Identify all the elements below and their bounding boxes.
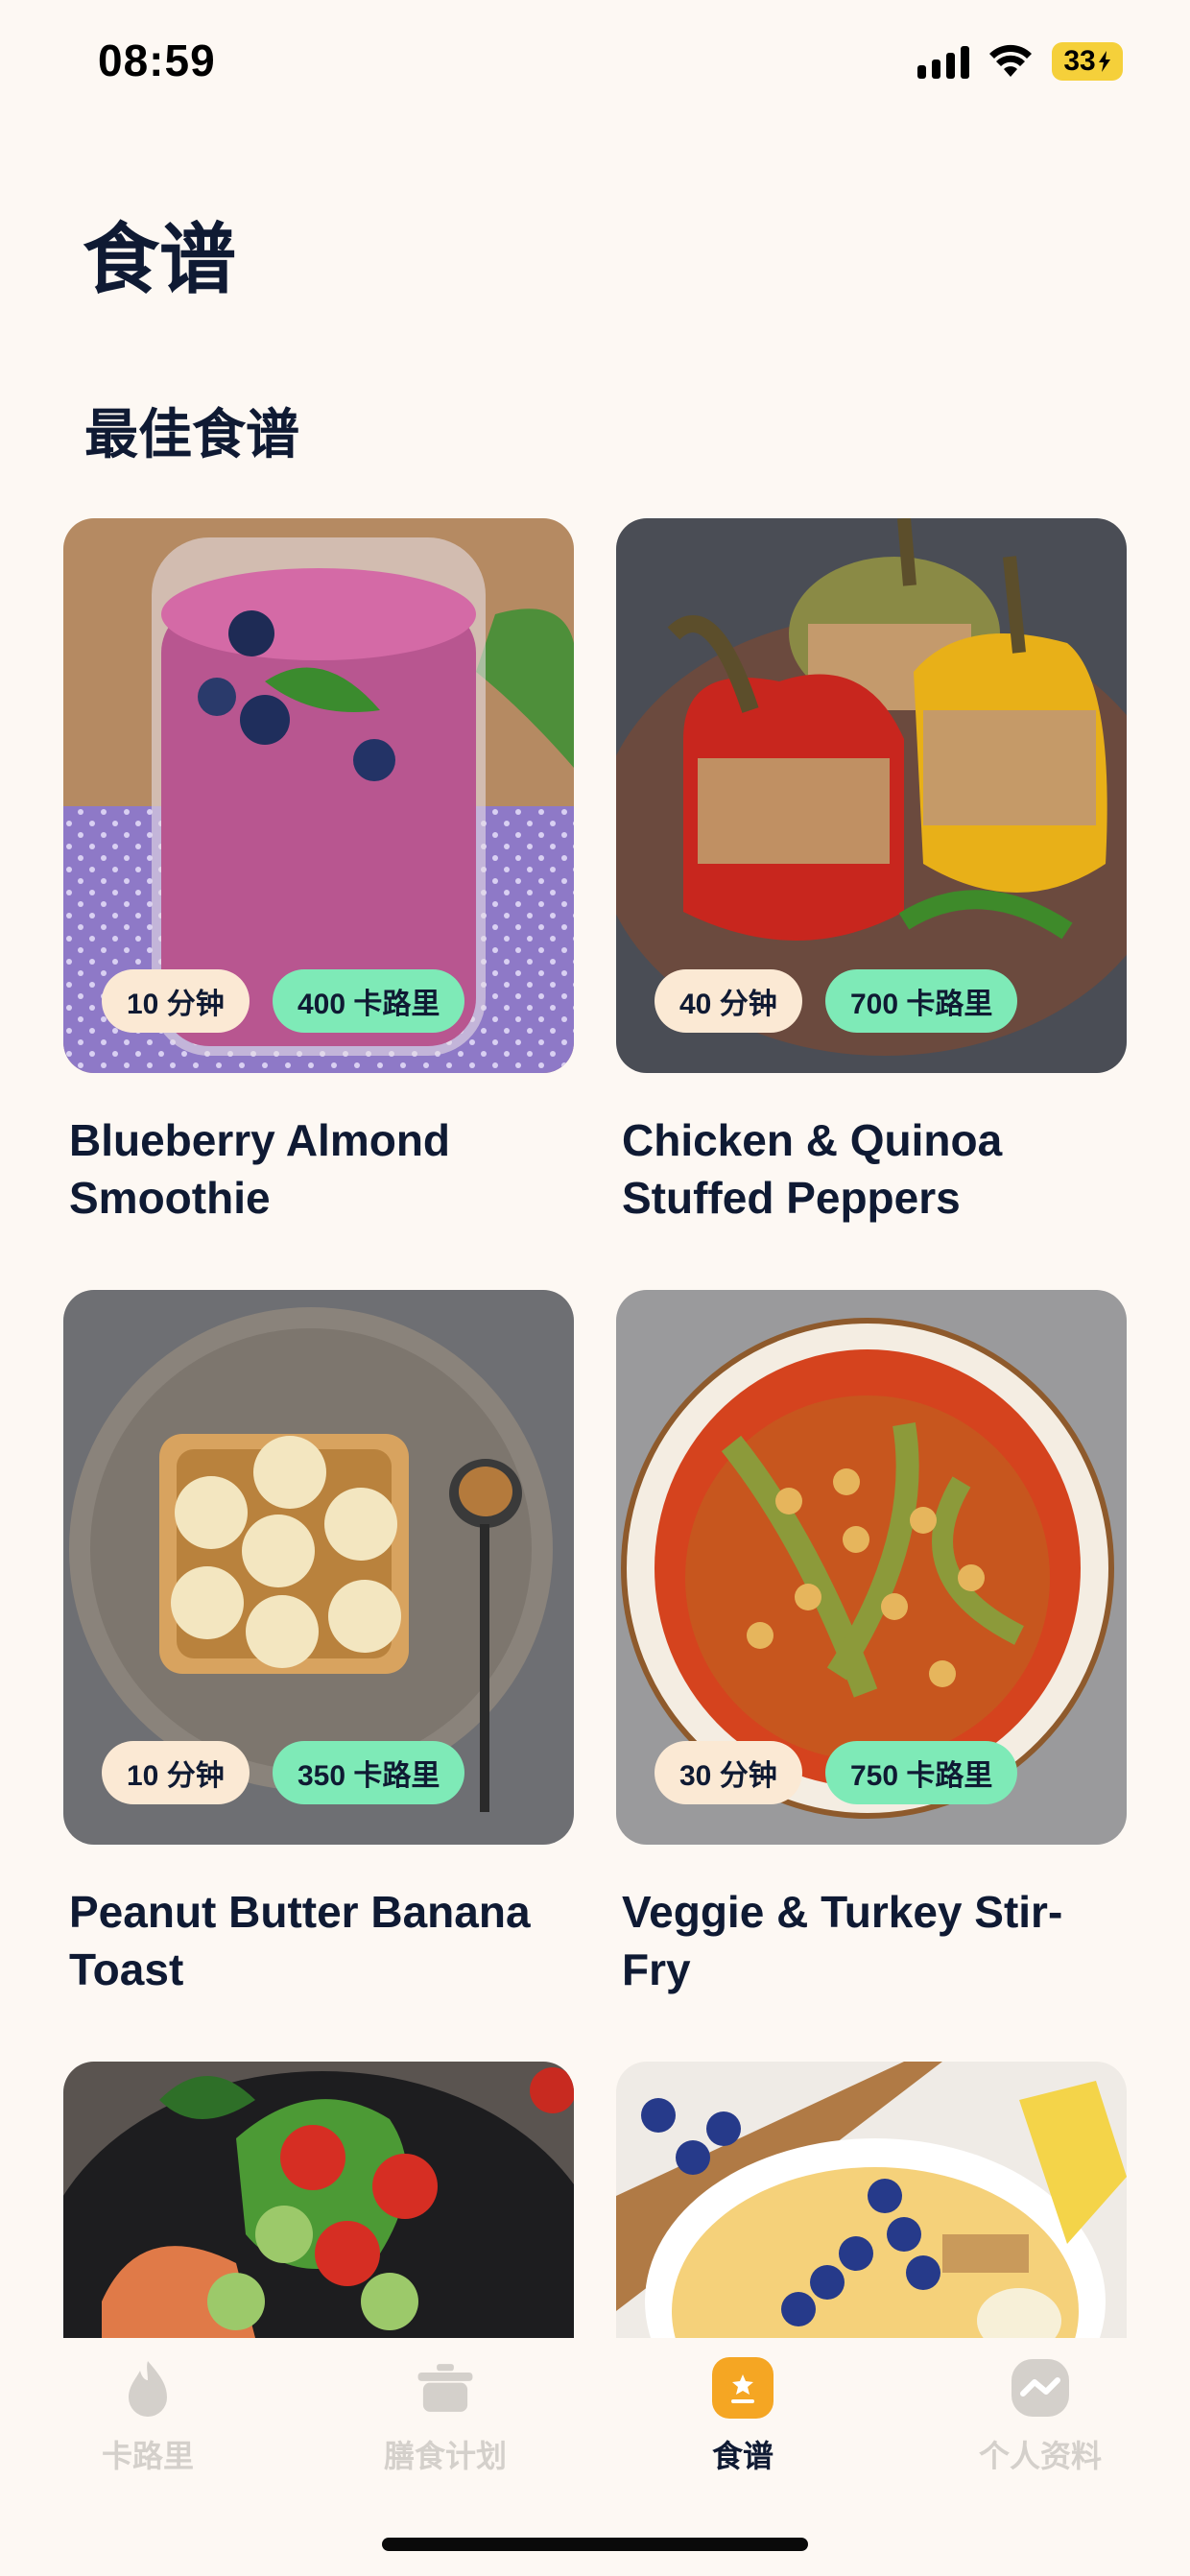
calorie-chip: 750 卡路里	[825, 1741, 1018, 1804]
recipe-book-icon	[712, 2357, 774, 2419]
tab-label: 食谱	[711, 2439, 774, 2473]
tab-label: 卡路里	[101, 2439, 194, 2473]
recipe-card[interactable]: 30 分钟 750 卡路里 Veggie & Turkey Stir-Fry	[616, 1290, 1127, 1998]
tab-meal-plan[interactable]: 膳食计划	[349, 2357, 541, 2476]
recipe-card[interactable]: 10 分钟 400 卡路里 Blueberry Almond Smoothie	[63, 518, 574, 1227]
time-chip: 10 分钟	[102, 1741, 250, 1804]
profile-chart-icon	[1010, 2357, 1071, 2419]
recipe-image: 10 分钟 350 卡路里	[63, 1290, 574, 1845]
calorie-chip: 400 卡路里	[273, 969, 465, 1033]
home-indicator[interactable]	[382, 2538, 808, 2551]
tab-calories[interactable]: 卡路里	[52, 2357, 244, 2476]
recipe-image: 10 分钟 400 卡路里	[63, 518, 574, 1073]
wifi-icon	[989, 44, 1032, 77]
tab-profile[interactable]: 个人资料	[944, 2357, 1136, 2476]
recipe-title[interactable]: Blueberry Almond Smoothie	[63, 1111, 574, 1227]
pot-icon	[415, 2357, 476, 2419]
recipe-title[interactable]: Peanut Butter Banana Toast	[63, 1883, 574, 1998]
recipe-card[interactable]: 40 分钟 700 卡路里 Chicken & Quinoa Stuffed P…	[616, 518, 1127, 1227]
flame-icon	[117, 2357, 178, 2419]
calorie-chip: 700 卡路里	[825, 969, 1018, 1033]
battery-level: 33	[1063, 45, 1096, 77]
calorie-chip: 350 卡路里	[273, 1741, 465, 1804]
recipe-card[interactable]	[616, 2062, 1127, 2338]
status-time: 08:59	[98, 36, 216, 85]
tab-recipes[interactable]: 食谱	[647, 2357, 839, 2476]
status-bar: 08:59 33	[0, 0, 1190, 125]
status-icons: 33	[917, 42, 1123, 81]
recipe-image: 40 分钟 700 卡路里	[616, 518, 1127, 1073]
recipe-card[interactable]	[63, 2062, 574, 2338]
recipe-image: 30 分钟 750 卡路里	[616, 1290, 1127, 1845]
recipe-card[interactable]: 10 分钟 350 卡路里 Peanut Butter Banana Toast	[63, 1290, 574, 1998]
section-title: 最佳食谱	[84, 404, 299, 465]
recipe-image	[616, 2062, 1127, 2338]
time-chip: 30 分钟	[654, 1741, 802, 1804]
recipe-title[interactable]: Chicken & Quinoa Stuffed Peppers	[616, 1111, 1127, 1227]
time-chip: 40 分钟	[654, 969, 802, 1033]
recipe-image	[63, 2062, 574, 2338]
page-title: 食谱	[83, 217, 236, 302]
tab-label: 膳食计划	[383, 2439, 507, 2473]
tab-label: 个人资料	[978, 2439, 1102, 2473]
cellular-signal-icon	[917, 44, 969, 79]
time-chip: 10 分钟	[102, 969, 250, 1033]
battery-icon: 33	[1052, 42, 1123, 81]
recipe-title[interactable]: Veggie & Turkey Stir-Fry	[616, 1883, 1127, 1998]
